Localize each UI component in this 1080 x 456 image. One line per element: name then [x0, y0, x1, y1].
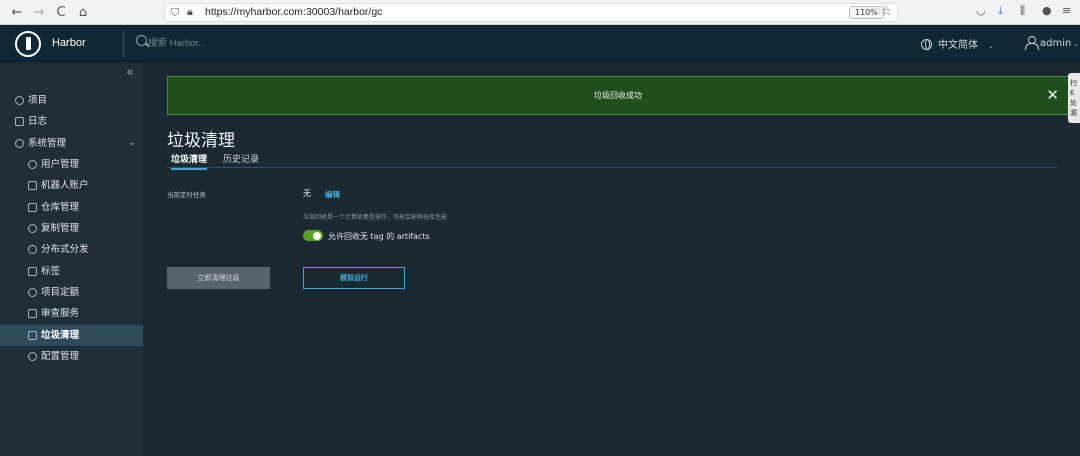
replication-cloud-icon — [28, 224, 37, 233]
side-feedback-tab[interactable]: 扫 E 处 漏 — [1068, 73, 1080, 123]
sidebar-item-configuration[interactable]: 配置管理 — [0, 346, 143, 367]
sidebar-item-label: 项目 — [28, 95, 48, 106]
sidebar-item-replications[interactable]: 复制管理 — [0, 218, 143, 239]
collapse-sidebar-icon[interactable]: « — [126, 65, 134, 80]
username: admin — [1040, 38, 1072, 49]
tab-history[interactable]: 历史记录 — [223, 152, 259, 168]
alert-message: 垃圾回收成功 — [594, 91, 642, 100]
sidebar-item-registries[interactable]: 仓库管理 — [0, 197, 143, 218]
gc-now-button[interactable]: 立即清理垃圾 — [167, 267, 270, 289]
sidebar: « 项目 日志 系统管理 ⌄ 用户管理 机器人账户 仓库管理 复制管理 分布式分… — [0, 62, 143, 456]
bookmark-star-icon[interactable]: ☆ — [881, 4, 892, 18]
side-tab-text: 扫 E 处 漏 — [1070, 79, 1077, 117]
schedule-value: 无 — [303, 189, 311, 198]
sidebar-item-label: 日志 — [28, 116, 48, 127]
url-text[interactable]: https://myharbor.com:30003/harbor/gc — [205, 6, 382, 18]
tracking-shield-icon[interactable]: ⛉ — [171, 6, 179, 20]
tab-bar: 垃圾清理 历史记录 — [167, 152, 1057, 170]
sidebar-item-label: 项目定额 — [41, 287, 80, 298]
download-icon[interactable]: ⤓ — [998, 4, 1003, 18]
schedule-label: 当前定时任务 — [167, 191, 206, 199]
log-icon — [15, 117, 24, 126]
sidebar-item-administration[interactable]: 系统管理 ⌄ — [0, 133, 143, 154]
menu-icon[interactable]: ≡ — [1062, 4, 1071, 17]
language-label: 中文简体 — [938, 40, 978, 51]
gear-icon — [28, 352, 37, 361]
sidebar-item-label: 标签 — [41, 266, 61, 277]
sidebar-item-label: 用户管理 — [41, 159, 80, 170]
globe-icon — [921, 39, 932, 50]
sidebar-item-project-quotas[interactable]: 项目定额 — [0, 282, 143, 303]
delete-untagged-label: 允许回收无 tag 的 artifacts — [328, 232, 430, 241]
chevron-down-icon: ⌄ — [988, 42, 994, 50]
sidebar-item-label: 机器人账户 — [41, 180, 89, 191]
home-icon[interactable]: ⌂ — [74, 4, 92, 21]
search-icon — [136, 35, 147, 46]
close-icon[interactable]: ✕ — [1046, 85, 1059, 105]
quota-gauge-icon — [28, 288, 37, 297]
sidebar-item-logs[interactable]: 日志 — [0, 111, 143, 132]
sidebar-item-users[interactable]: 用户管理 — [0, 154, 143, 175]
forward-arrow-icon[interactable]: → — [30, 4, 48, 21]
zoom-level-badge[interactable]: 110% — [849, 6, 884, 19]
pocket-icon[interactable]: ◡ — [976, 4, 986, 17]
share-nodes-icon — [28, 245, 37, 254]
chevron-down-icon[interactable]: ⌄ — [128, 133, 136, 154]
shield-icon — [28, 309, 37, 318]
sidebar-item-label: 审查服务 — [41, 308, 80, 319]
success-alert: 垃圾回收成功 ✕ — [167, 76, 1069, 115]
admin-icon — [15, 139, 24, 148]
chevron-down-icon: ⌄ — [1073, 40, 1080, 48]
projects-icon — [15, 96, 24, 105]
search-input[interactable] — [148, 36, 328, 50]
header-divider — [123, 31, 124, 57]
sidebar-item-robot-accounts[interactable]: 机器人账户 — [0, 175, 143, 196]
lock-icon[interactable]: 🔒︎ — [187, 5, 193, 19]
brand-name[interactable]: Harbor — [52, 37, 86, 49]
sidebar-item-label: 垃圾清理 — [41, 330, 80, 341]
account-icon[interactable]: ● — [1042, 4, 1052, 17]
user-menu[interactable]: admin ⌄ — [1025, 36, 1080, 50]
tag-icon — [28, 267, 37, 276]
sidebar-item-label: 配置管理 — [41, 351, 80, 362]
robot-icon — [28, 181, 37, 190]
dry-run-button[interactable]: 模拟运行 — [303, 267, 405, 289]
sidebar-item-label: 分布式分发 — [41, 244, 89, 255]
tab-garbage-collection[interactable]: 垃圾清理 — [171, 152, 208, 170]
sidebar-item-label: 仓库管理 — [41, 202, 80, 213]
browser-toolbar: ← → C ⌂ ⛉ 🔒︎ https://myharbor.com:30003/… — [0, 0, 1080, 25]
sidebar-item-garbage-collection[interactable]: 垃圾清理 — [0, 325, 143, 346]
users-icon — [28, 160, 37, 169]
reload-icon[interactable]: C — [52, 4, 70, 21]
user-icon — [1025, 36, 1039, 50]
main-content: 垃圾回收成功 ✕ 垃圾清理 垃圾清理 历史记录 当前定时任务 无 编辑 垃圾回收… — [143, 62, 1080, 456]
gc-help-text: 垃圾回收是一个计算密集型操作，可能会影响仓库性能 — [303, 214, 448, 221]
sidebar-item-label: 复制管理 — [41, 223, 80, 234]
page-title: 垃圾清理 — [167, 131, 235, 151]
library-icon[interactable]: ⫼ — [1020, 4, 1025, 18]
back-arrow-icon[interactable]: ← — [8, 4, 26, 21]
delete-untagged-toggle[interactable] — [303, 230, 323, 241]
sidebar-item-label: 系统管理 — [28, 138, 67, 149]
address-bar[interactable]: ⛉ 🔒︎ https://myharbor.com:30003/harbor/g… — [164, 3, 898, 22]
registry-cube-icon — [28, 203, 37, 212]
sidebar-item-interrogation-services[interactable]: 审查服务 — [0, 303, 143, 324]
app-header: Harbor 中文简体⌄ admin⌄ — [0, 25, 1080, 62]
language-switcher[interactable]: 中文简体 ⌄ — [921, 36, 994, 51]
harbor-logo-icon[interactable] — [15, 31, 41, 57]
edit-schedule-link[interactable]: 编辑 — [325, 189, 340, 200]
sidebar-item-projects[interactable]: 项目 — [0, 90, 143, 111]
sidebar-item-labels[interactable]: 标签 — [0, 261, 143, 282]
sidebar-item-distributions[interactable]: 分布式分发 — [0, 239, 143, 260]
trash-icon — [28, 331, 37, 340]
